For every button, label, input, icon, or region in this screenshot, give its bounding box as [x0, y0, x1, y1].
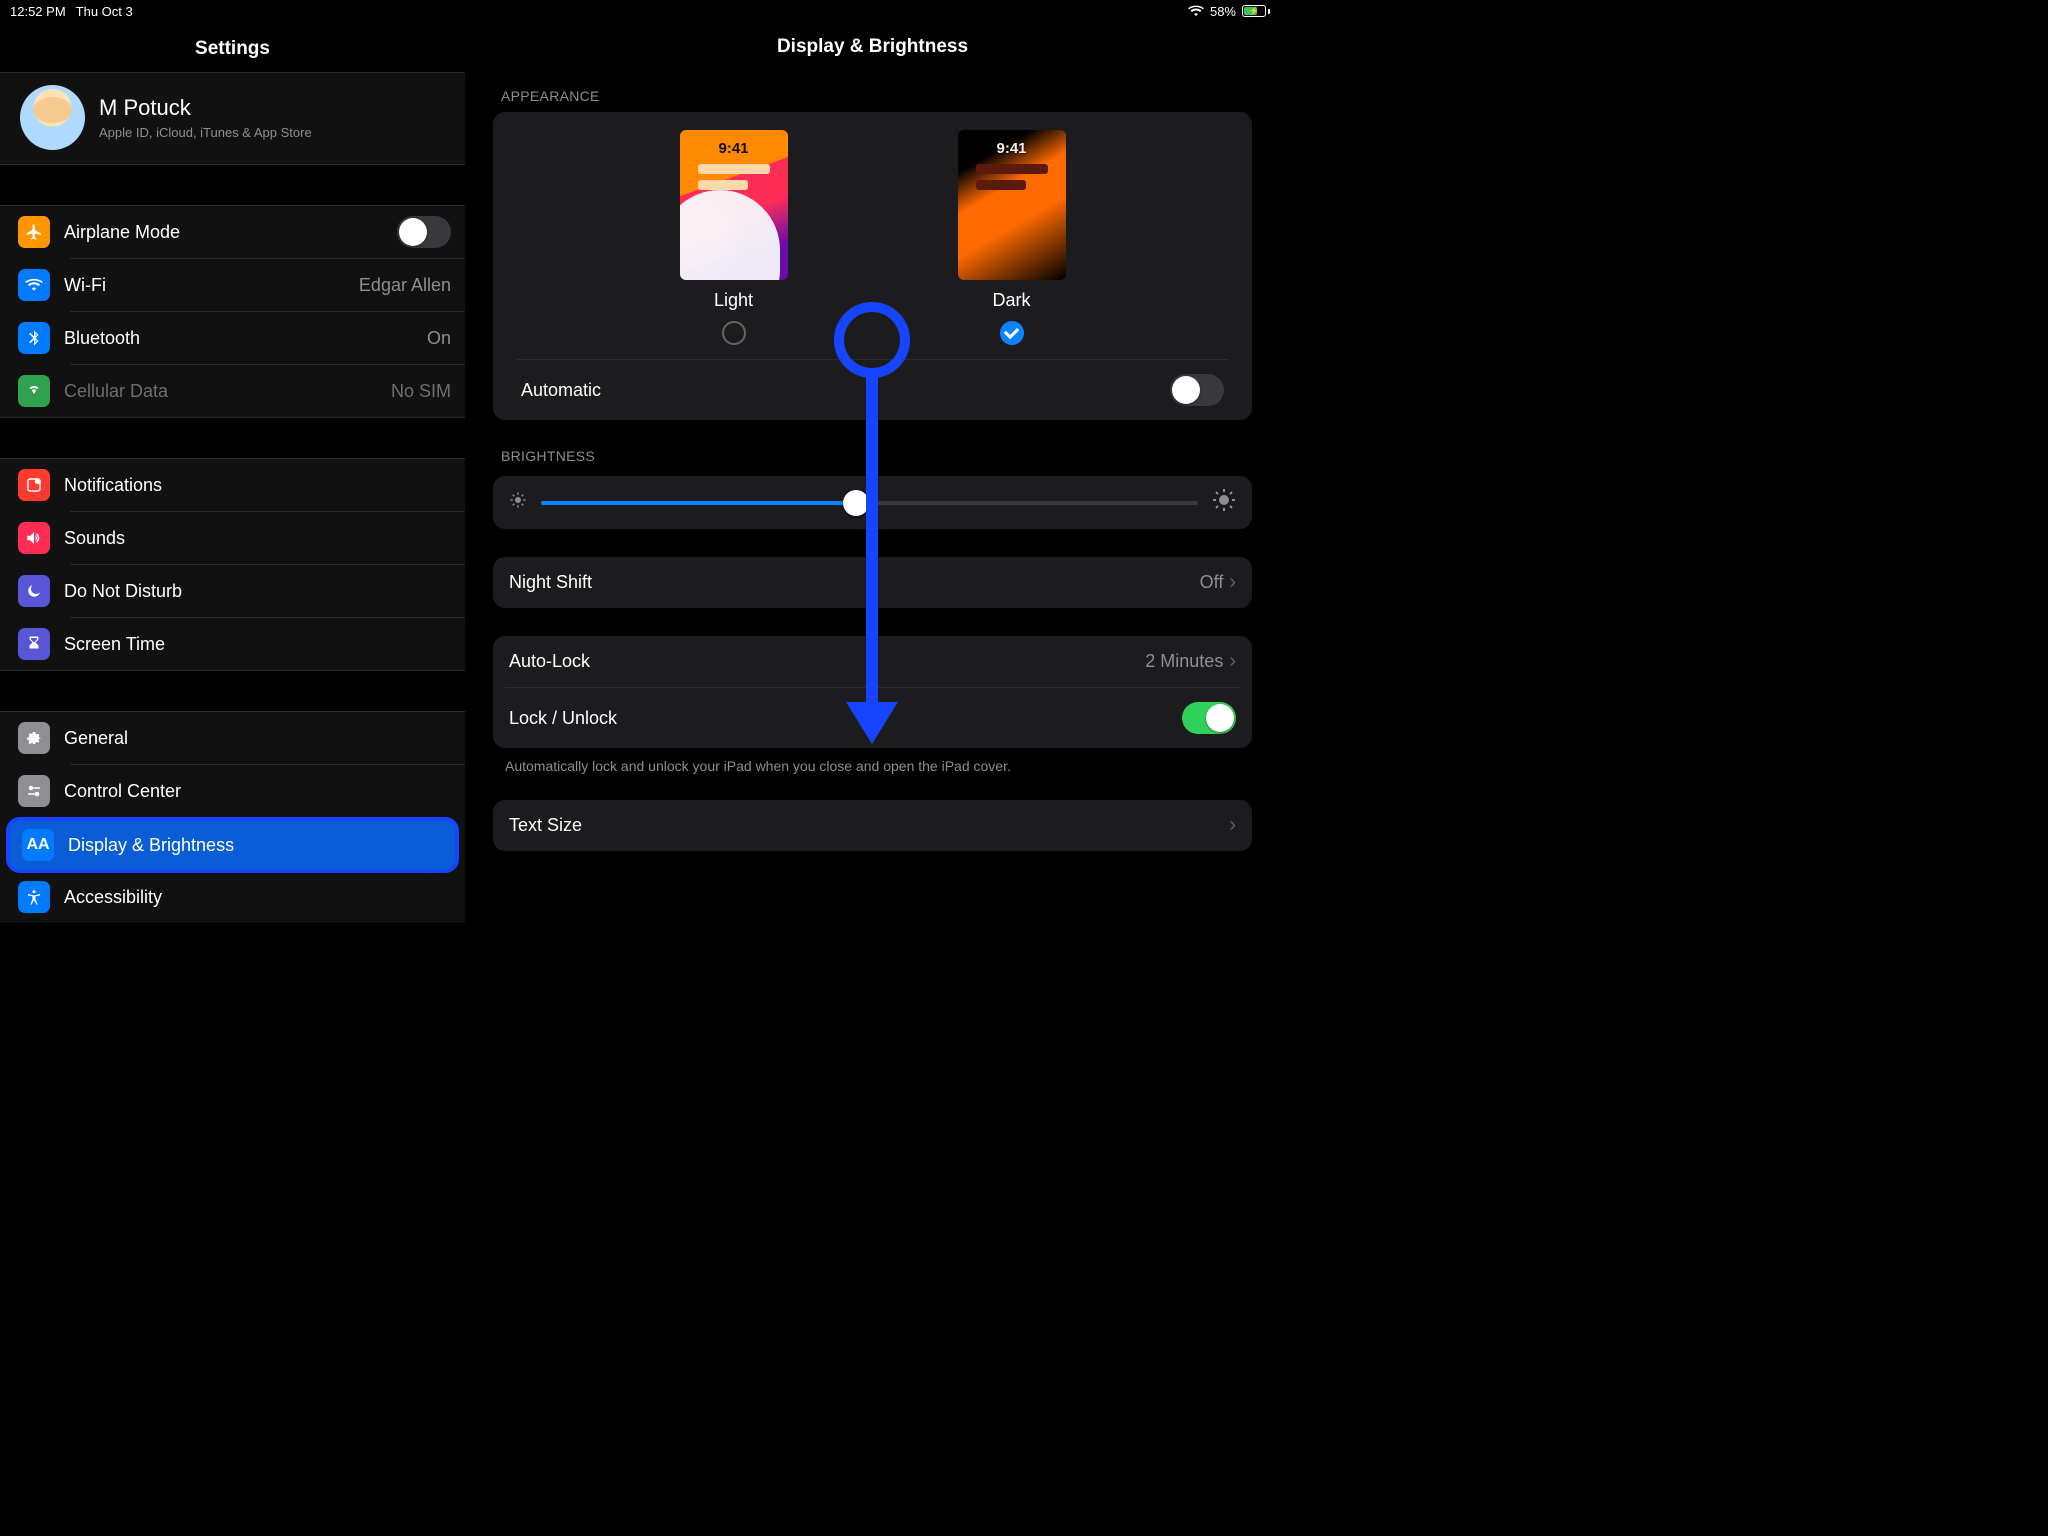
dark-thumb-time: 9:41 [958, 140, 1066, 157]
theme-light[interactable]: 9:41 Light [680, 130, 788, 345]
notifications-icon [18, 469, 50, 501]
profile-row[interactable]: M Potuck Apple ID, iCloud, iTunes & App … [0, 72, 465, 165]
notifications-label: Notifications [64, 475, 451, 496]
screen-time-label: Screen Time [64, 634, 451, 655]
airplane-icon [18, 216, 50, 248]
brightness-card [493, 476, 1252, 529]
dark-label: Dark [958, 290, 1066, 311]
bluetooth-icon [18, 322, 50, 354]
sun-large-icon [1212, 488, 1236, 517]
cellular-icon [18, 375, 50, 407]
row-airplane-mode[interactable]: Airplane Mode [0, 206, 465, 258]
control-center-label: Control Center [64, 781, 451, 802]
cellular-value: No SIM [391, 381, 451, 402]
theme-dark[interactable]: 9:41 Dark [958, 130, 1066, 345]
chevron-right-icon: › [1229, 814, 1236, 837]
text-size-icon: AA [22, 829, 54, 861]
light-thumbnail: 9:41 [680, 130, 788, 280]
wifi-label: Wi-Fi [64, 275, 345, 296]
dark-radio[interactable] [1000, 321, 1024, 345]
sun-small-icon [509, 491, 527, 514]
group-connectivity: Airplane Mode Wi-Fi Edgar Allen Bluetoot… [0, 205, 465, 418]
chevron-right-icon: › [1229, 571, 1236, 594]
sliders-icon [18, 775, 50, 807]
sounds-icon [18, 522, 50, 554]
moon-icon [18, 575, 50, 607]
avatar [20, 85, 85, 150]
status-bar: 12:52 PM Thu Oct 3 58% ⚡ [0, 0, 1280, 22]
auto-lock-label: Auto-Lock [509, 651, 590, 672]
row-cellular[interactable]: Cellular Data No SIM [70, 364, 465, 417]
cellular-label: Cellular Data [64, 381, 377, 402]
row-general[interactable]: General [0, 712, 465, 764]
row-accessibility[interactable]: Accessibility [0, 871, 465, 923]
wifi-icon [1188, 5, 1204, 17]
appearance-header: APPEARANCE [493, 88, 1252, 112]
row-automatic[interactable]: Automatic [505, 360, 1240, 420]
lock-unlock-note: Automatically lock and unlock your iPad … [493, 748, 1252, 774]
appearance-card: 9:41 Light 9:41 Dark Automatic [493, 112, 1252, 420]
row-lock-unlock[interactable]: Lock / Unlock [493, 688, 1252, 748]
brightness-slider[interactable] [541, 501, 1198, 505]
display-label: Display & Brightness [68, 835, 234, 856]
lock-unlock-label: Lock / Unlock [509, 708, 617, 729]
night-shift-label: Night Shift [509, 572, 592, 593]
automatic-label: Automatic [521, 380, 601, 401]
group-general: General Control Center AA Display & Brig… [0, 711, 465, 923]
dnd-label: Do Not Disturb [64, 581, 451, 602]
accessibility-icon [18, 881, 50, 913]
row-sounds[interactable]: Sounds [70, 511, 465, 564]
text-size-card: Text Size › [493, 800, 1252, 851]
brightness-header: BRIGHTNESS [493, 448, 1252, 472]
settings-sidebar: Settings M Potuck Apple ID, iCloud, iTun… [0, 22, 465, 960]
hourglass-icon [18, 628, 50, 660]
page-title: Display & Brightness [493, 22, 1252, 88]
automatic-toggle[interactable] [1170, 374, 1224, 406]
night-shift-value: Off [1200, 572, 1224, 593]
row-screen-time[interactable]: Screen Time [70, 617, 465, 670]
row-control-center[interactable]: Control Center [70, 764, 465, 817]
gear-icon [18, 722, 50, 754]
wifi-value: Edgar Allen [359, 275, 451, 296]
sidebar-title: Settings [0, 22, 465, 72]
row-display-brightness-selected[interactable]: AA Display & Brightness [8, 819, 457, 871]
text-size-label: Text Size [509, 815, 582, 836]
row-dnd[interactable]: Do Not Disturb [70, 564, 465, 617]
row-bluetooth[interactable]: Bluetooth On [70, 311, 465, 364]
light-radio[interactable] [722, 321, 746, 345]
battery-icon: ⚡ [1242, 5, 1270, 17]
profile-name: M Potuck [99, 95, 312, 121]
row-night-shift[interactable]: Night Shift Off › [493, 557, 1252, 608]
status-time: 12:52 PM [10, 4, 66, 19]
night-shift-card: Night Shift Off › [493, 557, 1252, 608]
row-text-size[interactable]: Text Size › [493, 800, 1252, 851]
dark-thumbnail: 9:41 [958, 130, 1066, 280]
bluetooth-value: On [427, 328, 451, 349]
row-wifi[interactable]: Wi-Fi Edgar Allen [70, 258, 465, 311]
sounds-label: Sounds [64, 528, 451, 549]
main-panel: Display & Brightness APPEARANCE 9:41 Lig… [465, 22, 1280, 960]
wifi-row-icon [18, 269, 50, 301]
general-label: General [64, 728, 451, 749]
airplane-label: Airplane Mode [64, 222, 383, 243]
row-auto-lock[interactable]: Auto-Lock 2 Minutes › [493, 636, 1252, 687]
lock-unlock-toggle[interactable] [1182, 702, 1236, 734]
light-label: Light [680, 290, 788, 311]
accessibility-label: Accessibility [64, 887, 451, 908]
light-thumb-time: 9:41 [680, 140, 788, 157]
profile-subtitle: Apple ID, iCloud, iTunes & App Store [99, 125, 312, 140]
battery-percent: 58% [1210, 4, 1236, 19]
lock-card: Auto-Lock 2 Minutes › Lock / Unlock [493, 636, 1252, 748]
auto-lock-value: 2 Minutes [1145, 651, 1223, 672]
airplane-toggle[interactable] [397, 216, 451, 248]
chevron-right-icon: › [1229, 650, 1236, 673]
status-date: Thu Oct 3 [76, 4, 133, 19]
row-notifications[interactable]: Notifications [0, 459, 465, 511]
group-notifications: Notifications Sounds Do Not Disturb Scre… [0, 458, 465, 671]
bluetooth-label: Bluetooth [64, 328, 413, 349]
